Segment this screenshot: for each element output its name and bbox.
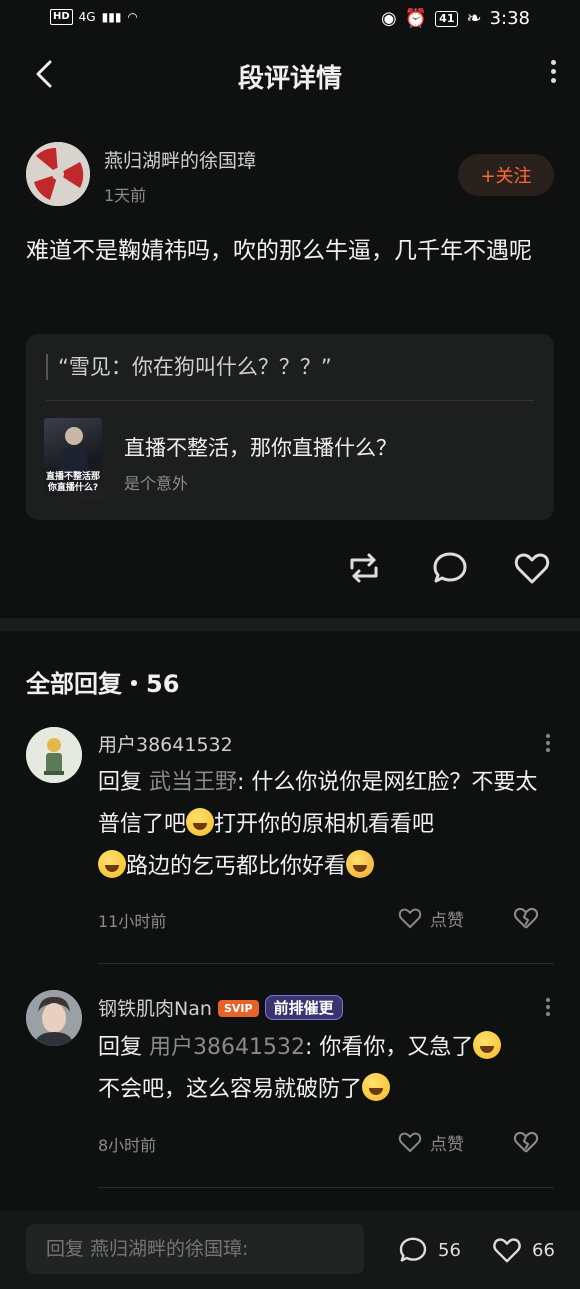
book-cover[interactable]: 直播不整活那你直播什么? bbox=[44, 418, 102, 500]
smug-emoji-icon bbox=[362, 1073, 391, 1101]
repost-icon[interactable] bbox=[344, 548, 384, 592]
hd-icon: HD bbox=[50, 9, 73, 25]
replies-heading: 全部回复・56 bbox=[26, 670, 180, 698]
status-right: ◉ ⏰ 41 ❧ 3:38 bbox=[381, 8, 530, 29]
comment-more-icon[interactable] bbox=[545, 995, 551, 1019]
like-label: 点赞 bbox=[430, 1134, 464, 1155]
signal-icon: ▮▮▮ bbox=[101, 10, 122, 24]
page-title: 段评详情 bbox=[237, 64, 342, 94]
comment-text-part1: : 你看你，又急了 bbox=[304, 1035, 474, 1060]
book-cover-text: 直播不整活那你直播什么? bbox=[46, 472, 101, 493]
dislike-icon[interactable] bbox=[512, 1128, 540, 1160]
reply-input[interactable] bbox=[26, 1224, 364, 1274]
avatar[interactable] bbox=[26, 727, 82, 783]
book-author: 是个意外 bbox=[124, 474, 189, 493]
more-menu-icon[interactable] bbox=[548, 56, 558, 92]
quote-card[interactable]: “雪见：你在狗叫什么？？？” 直播不整活那你直播什么? 直播不整活，那你直播什么… bbox=[26, 334, 554, 520]
like-button[interactable]: 点赞 bbox=[396, 905, 464, 931]
comment-text: 回复 用户38641532: 你看你，又急了不会吧，这么容易就破防了 bbox=[98, 1027, 558, 1111]
crying-emoji-icon bbox=[346, 850, 375, 878]
comment-divider bbox=[98, 963, 554, 964]
bottom-bar: 56 66 bbox=[0, 1210, 580, 1289]
laugh-cry-emoji-icon bbox=[186, 808, 215, 836]
smug-emoji-icon bbox=[473, 1031, 502, 1059]
like-label: 点赞 bbox=[430, 910, 464, 931]
reply-to-user[interactable]: 用户38641532 bbox=[149, 1035, 305, 1060]
eye-icon: ◉ bbox=[381, 8, 397, 29]
comment-count: 56 bbox=[438, 1239, 461, 1261]
comment-text-part2: 不会吧，这么容易就破防了 bbox=[98, 1077, 363, 1102]
heart-icon bbox=[493, 1238, 521, 1263]
battery-icon: 41 bbox=[435, 10, 459, 27]
status-left: HD 4G ▮▮▮ ◠ bbox=[50, 9, 138, 25]
post-text: 难道不是鞠婧祎吗，吹的那么牛逼，几千年不遇呢 bbox=[26, 238, 532, 264]
like-count-button[interactable]: 66 bbox=[490, 1234, 555, 1266]
comment-count-button[interactable]: 56 bbox=[396, 1234, 461, 1266]
comment-time: 8小时前 bbox=[98, 1136, 157, 1155]
comment-user[interactable]: 用户38641532 bbox=[98, 730, 233, 757]
like-button[interactable]: 点赞 bbox=[396, 1129, 464, 1155]
comment-text-part2: 打开你的原相机看看吧 bbox=[214, 812, 435, 837]
dislike-icon[interactable] bbox=[512, 904, 540, 936]
reply-prefix: 回复 bbox=[98, 1035, 149, 1060]
top-bar: 段评详情 bbox=[0, 48, 580, 104]
heart-icon[interactable] bbox=[512, 548, 552, 592]
follow-button[interactable]: +关注 bbox=[458, 154, 554, 196]
reply-to-user[interactable]: 武当王野 bbox=[149, 770, 237, 795]
post-time: 1天前 bbox=[104, 186, 147, 205]
fan-badge: 前排催更 bbox=[264, 995, 343, 1020]
comment-text: 回复 武当王野: 什么你说你是网红脸？不要太普信了吧 打开你的原相机看看吧 路边的乞… bbox=[98, 762, 558, 888]
heart-outline-icon bbox=[398, 1132, 422, 1153]
avatar[interactable] bbox=[26, 990, 82, 1046]
comment-icon bbox=[399, 1237, 427, 1262]
post-actions bbox=[0, 548, 580, 588]
comment-divider bbox=[98, 1187, 554, 1188]
author-name[interactable]: 燕归湖畔的徐国璋 bbox=[104, 146, 256, 173]
comment-time: 11小时前 bbox=[98, 912, 167, 931]
leaf-icon: ❧ bbox=[466, 8, 482, 29]
comment-user[interactable]: 钢铁肌肉Nan bbox=[98, 998, 212, 1020]
clock-time: 3:38 bbox=[489, 8, 530, 29]
laugh-cry-emoji-icon bbox=[98, 850, 126, 878]
comment-icon[interactable] bbox=[430, 548, 470, 592]
reply-prefix: 回复 bbox=[98, 770, 149, 795]
comment-text-part3: 路边的乞丐都比你好看 bbox=[126, 854, 347, 879]
section-separator bbox=[0, 618, 580, 631]
status-bar: HD 4G ▮▮▮ ◠ ◉ ⏰ 41 ❧ 3:38 bbox=[0, 0, 580, 40]
author-avatar[interactable] bbox=[26, 142, 90, 206]
book-title[interactable]: 直播不整活，那你直播什么？ bbox=[124, 432, 397, 462]
comment-user-row: 钢铁肌肉Nan SVIP 前排催更 bbox=[98, 994, 343, 1021]
wifi-icon: ◠ bbox=[127, 10, 138, 24]
like-count: 66 bbox=[532, 1239, 555, 1261]
heart-outline-icon bbox=[398, 908, 422, 929]
comment-more-icon[interactable] bbox=[545, 731, 551, 755]
network-label: 4G bbox=[78, 10, 96, 24]
quote-text: “雪见：你在狗叫什么？？？” bbox=[46, 354, 332, 380]
divider bbox=[46, 400, 534, 401]
svip-badge: SVIP bbox=[217, 1000, 259, 1017]
alarm-icon: ⏰ bbox=[404, 8, 428, 29]
